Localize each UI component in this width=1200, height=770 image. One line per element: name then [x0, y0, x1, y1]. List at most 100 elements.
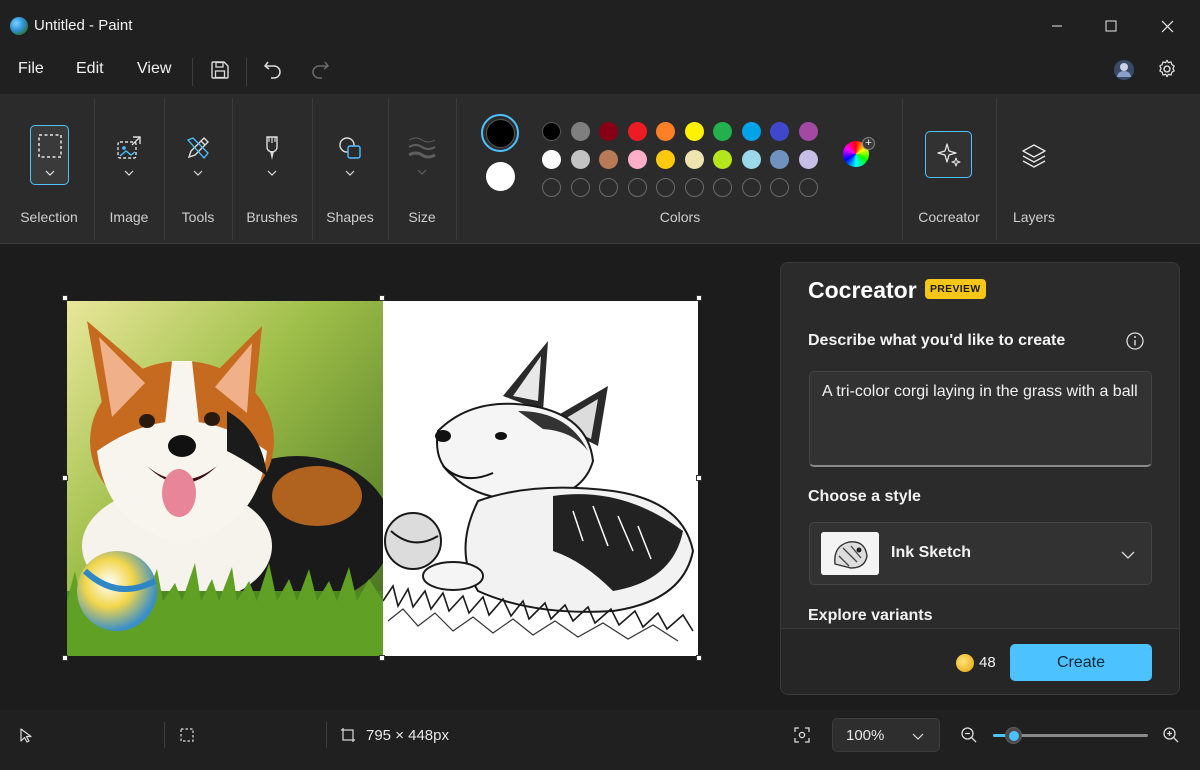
redo-button[interactable]: [306, 55, 334, 83]
cocreator-button[interactable]: [925, 131, 972, 178]
color-swatch[interactable]: [770, 150, 789, 169]
fit-to-window-button[interactable]: [791, 724, 813, 746]
rectangle-select-icon: [38, 134, 62, 158]
size-menu-button[interactable]: [403, 128, 441, 182]
create-button[interactable]: Create: [1010, 644, 1152, 681]
close-button[interactable]: [1144, 12, 1190, 40]
resize-handle-bottom-right[interactable]: [696, 655, 702, 661]
ribbon-divider: [388, 98, 389, 240]
custom-color-slot[interactable]: [741, 178, 761, 197]
chevron-down-icon: [124, 170, 134, 176]
undo-button[interactable]: [259, 55, 287, 83]
cursor-position-indicator: [16, 725, 36, 745]
edit-colors-button[interactable]: +: [843, 137, 875, 169]
prompt-textarea[interactable]: A tri-color corgi laying in the grass wi…: [809, 371, 1152, 467]
color-swatch[interactable]: [599, 150, 618, 169]
zoom-slider-thumb[interactable]: [1005, 727, 1023, 744]
image-menu-button[interactable]: [110, 128, 148, 182]
color-swatch[interactable]: [741, 122, 761, 141]
color-swatch[interactable]: [741, 150, 761, 169]
account-avatar[interactable]: [1110, 56, 1138, 84]
color-swatch[interactable]: [684, 150, 704, 169]
selection-tool-button[interactable]: [30, 125, 69, 185]
secondary-color-button[interactable]: [484, 160, 516, 192]
primary-color-button[interactable]: [481, 114, 519, 152]
color-swatch[interactable]: [570, 150, 590, 169]
secondary-color-swatch: [485, 161, 515, 191]
stroke-size-icon: [408, 137, 436, 159]
credits-coin-icon: [956, 654, 974, 672]
group-label-layers: Layers: [1012, 209, 1056, 225]
custom-color-slot[interactable]: [627, 178, 647, 197]
color-swatch[interactable]: [713, 150, 732, 169]
color-swatch[interactable]: [627, 122, 647, 141]
redo-icon: [312, 61, 329, 79]
layers-button[interactable]: [1016, 138, 1052, 174]
primary-color-swatch: [485, 118, 515, 148]
color-swatch[interactable]: [684, 122, 704, 141]
color-swatch[interactable]: [656, 150, 675, 169]
custom-color-slot[interactable]: [798, 178, 818, 197]
status-divider: [326, 722, 327, 748]
chevron-down-icon: [45, 170, 55, 176]
custom-color-slot[interactable]: [542, 178, 561, 197]
zoom-slider[interactable]: [993, 726, 1148, 744]
resize-handle-bottom[interactable]: [379, 655, 385, 661]
resize-handle-left[interactable]: [62, 475, 68, 481]
resize-handle-top-left[interactable]: [62, 295, 68, 301]
style-value: Ink Sketch: [891, 544, 972, 561]
menu-view[interactable]: View: [137, 60, 171, 78]
color-swatch[interactable]: [599, 122, 618, 141]
drawing-canvas[interactable]: [67, 301, 698, 656]
resize-handle-top-right[interactable]: [696, 295, 702, 301]
zoom-in-button[interactable]: [1160, 724, 1182, 746]
color-swatch[interactable]: [542, 150, 561, 169]
menu-divider: [192, 58, 193, 86]
custom-color-slot[interactable]: [770, 178, 789, 197]
resize-handle-bottom-left[interactable]: [62, 655, 68, 661]
info-button[interactable]: [1125, 331, 1145, 351]
color-swatch[interactable]: [770, 122, 789, 141]
color-swatch[interactable]: [570, 122, 590, 141]
group-label-shapes: Shapes: [326, 209, 374, 225]
gear-icon: [1159, 59, 1175, 78]
save-button[interactable]: [206, 56, 234, 84]
status-divider: [164, 722, 165, 748]
style-dropdown[interactable]: Ink Sketch: [809, 522, 1152, 585]
custom-color-slot[interactable]: [684, 178, 704, 197]
maximize-button[interactable]: [1088, 12, 1134, 40]
color-swatch[interactable]: [542, 122, 561, 141]
color-swatch[interactable]: [627, 150, 647, 169]
menu-edit[interactable]: Edit: [76, 60, 104, 78]
shapes-menu-button[interactable]: [331, 128, 369, 182]
pointer-icon: [20, 728, 32, 743]
custom-color-slot[interactable]: [570, 178, 590, 197]
group-label-image: Image: [109, 209, 149, 225]
tools-menu-button[interactable]: [179, 128, 217, 182]
color-swatch[interactable]: [798, 122, 818, 141]
ribbon-divider: [996, 98, 997, 240]
chevron-down-icon: [193, 170, 203, 176]
brushes-menu-button[interactable]: [253, 128, 291, 182]
selection-size-indicator: [177, 725, 197, 745]
canvas-size-indicator: [338, 725, 358, 745]
menu-bar: File Edit View: [0, 50, 1200, 94]
zoom-level-dropdown[interactable]: 100%: [832, 718, 940, 752]
minimize-button[interactable]: [1034, 12, 1080, 40]
custom-color-slot[interactable]: [656, 178, 675, 197]
ribbon-divider: [164, 98, 165, 240]
resize-handle-right[interactable]: [696, 475, 702, 481]
color-swatch[interactable]: [798, 150, 818, 169]
custom-color-slot[interactable]: [713, 178, 732, 197]
zoom-out-button[interactable]: [958, 724, 980, 746]
close-icon: [1161, 20, 1173, 32]
color-swatch[interactable]: [713, 122, 732, 141]
color-swatch[interactable]: [656, 122, 675, 141]
custom-color-slot[interactable]: [599, 178, 618, 197]
group-label-cocreator: Cocreator: [918, 209, 980, 225]
menu-file[interactable]: File: [18, 60, 44, 78]
zoom-level-value: 100%: [846, 727, 885, 744]
status-bar: 795 × 448px 100%: [0, 710, 1200, 770]
settings-button[interactable]: [1153, 55, 1181, 83]
resize-handle-top[interactable]: [379, 295, 385, 301]
